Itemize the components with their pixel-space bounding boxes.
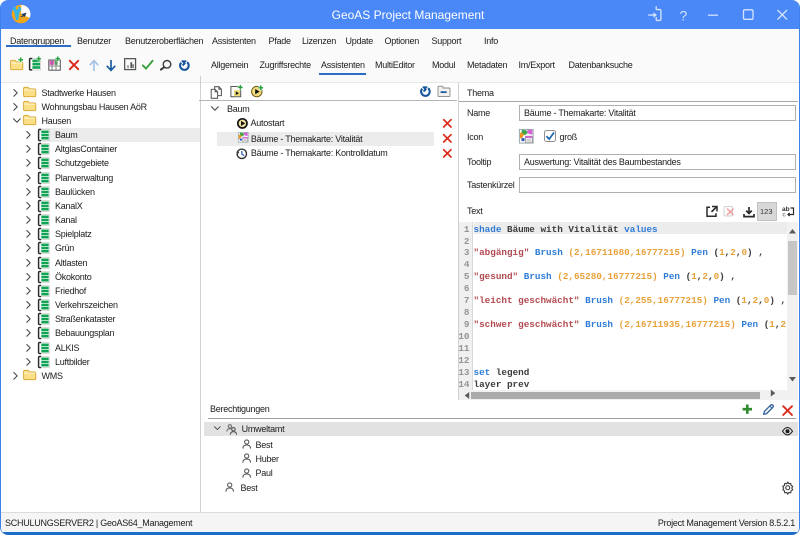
svg-text:?: ?: [680, 8, 688, 24]
